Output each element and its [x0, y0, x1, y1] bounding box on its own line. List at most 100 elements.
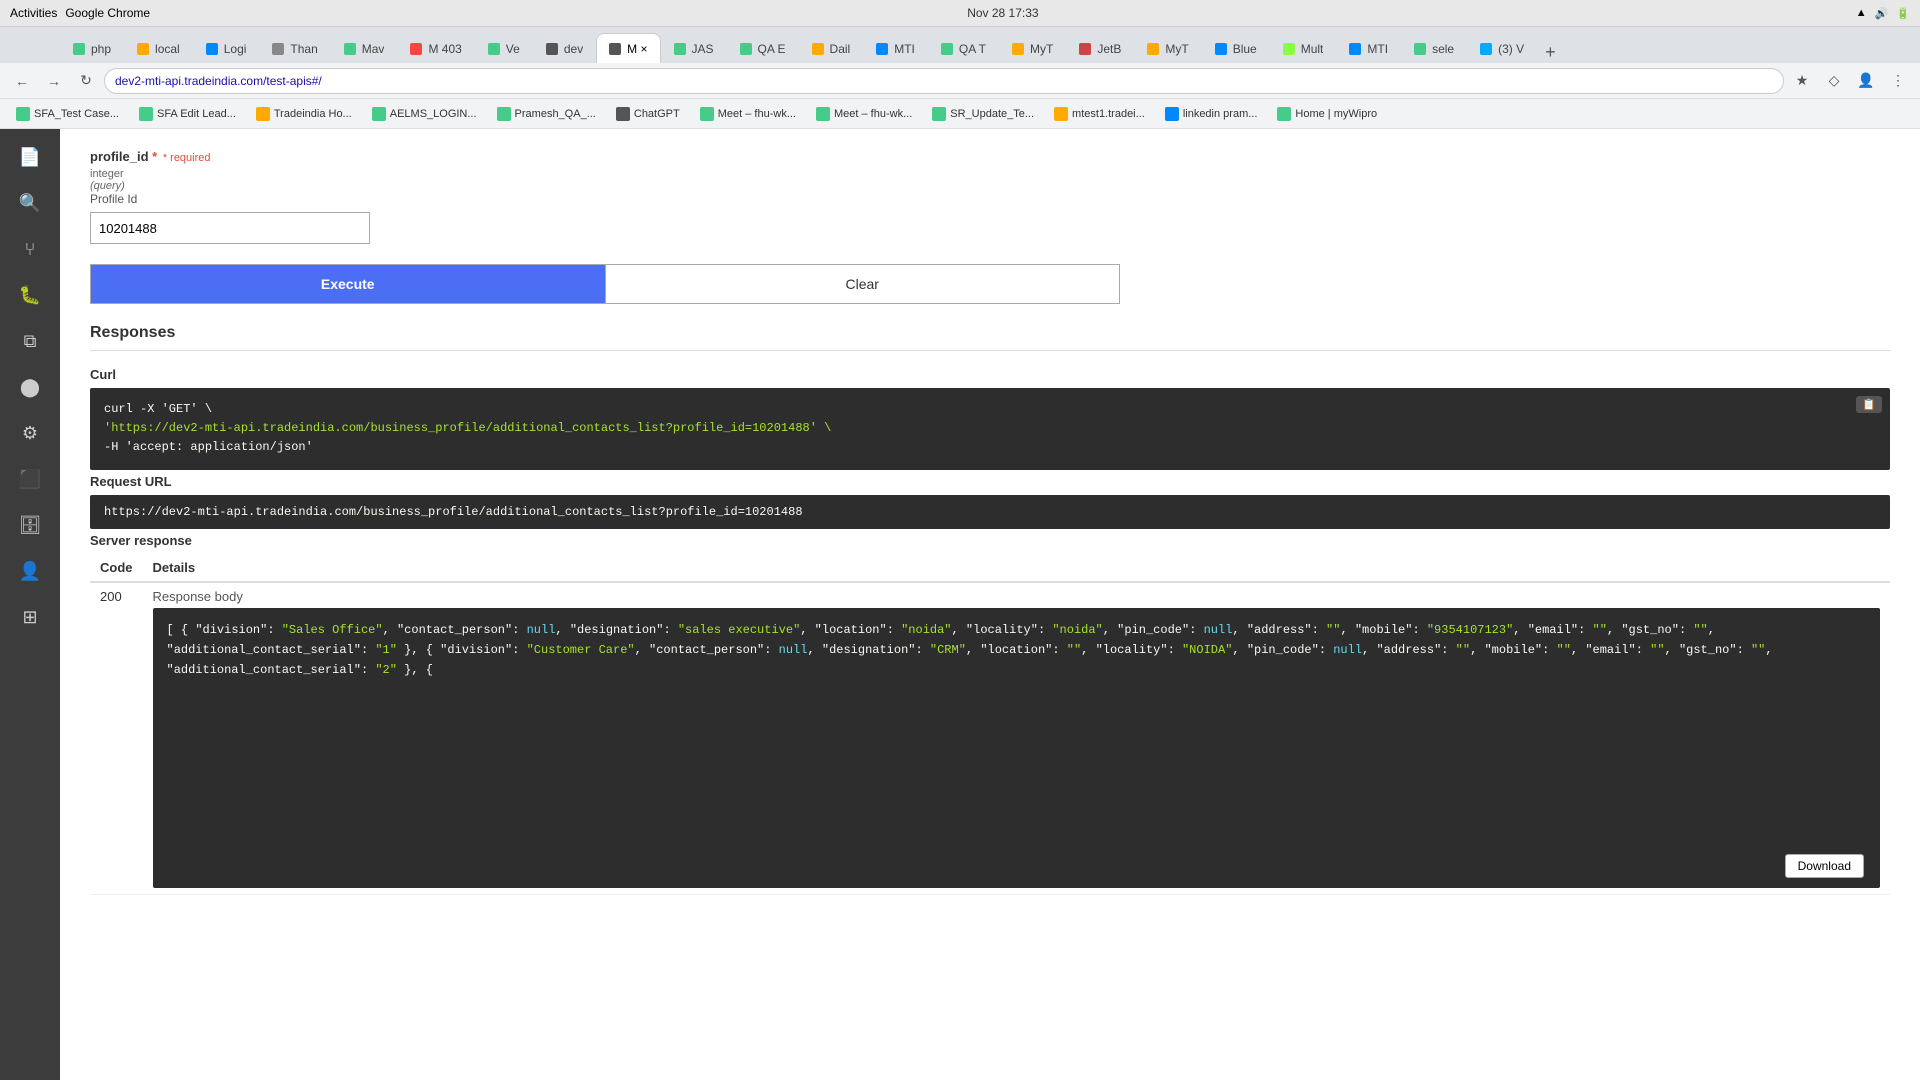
response-code: 200 [90, 582, 143, 895]
param-type: integer [90, 168, 1890, 180]
tab-tab21[interactable]: sele [1401, 33, 1467, 63]
bookmark-item[interactable]: SFA_Test Case... [8, 103, 127, 125]
bookmark-item[interactable]: SR_Update_Te... [924, 103, 1042, 125]
bookmark-item[interactable]: Home | myWipro [1269, 103, 1385, 125]
os-bar-left: Activities Google Chrome [10, 6, 150, 20]
terminal-icon[interactable]: ⬛ [10, 459, 50, 499]
bookmark-item[interactable]: SFA Edit Lead... [131, 103, 244, 125]
menu-button[interactable]: ⋮ [1884, 67, 1912, 95]
tab-tab14[interactable]: QA T [928, 33, 999, 63]
wifi-icon: ▲ [1856, 7, 1867, 19]
bookmark-button[interactable]: ★ [1788, 67, 1816, 95]
source-control-icon[interactable]: ⑂ [10, 229, 50, 269]
os-bar-right: ▲ 🔊 🔋 [1856, 7, 1910, 20]
tab-tab17[interactable]: MyT [1134, 33, 1201, 63]
response-body-label: Response body [153, 589, 1881, 604]
apps-icon[interactable]: ⊞ [10, 597, 50, 637]
tab-bar: phplocalLogiThanMavM 403VedevM ×JASQA ED… [0, 27, 1920, 63]
settings-icon[interactable]: ⚙ [10, 413, 50, 453]
details-header: Details [143, 554, 1891, 582]
tab-tab4[interactable]: Than [259, 33, 330, 63]
response-body-block[interactable]: [ { "division": "Sales Office", "contact… [153, 608, 1881, 888]
swagger-content: profile_id * * required integer (query) … [60, 129, 1920, 931]
tab-tab18[interactable]: Blue [1202, 33, 1270, 63]
bookmarks-bar: SFA_Test Case...SFA Edit Lead...Tradeind… [0, 99, 1920, 129]
tab-tab7[interactable]: Ve [475, 33, 533, 63]
bookmark-item[interactable]: Tradeindia Ho... [248, 103, 360, 125]
tab-tab10[interactable]: JAS [661, 33, 727, 63]
curl-line2: 'https://dev2-mti-api.tradeindia.com/bus… [104, 421, 831, 435]
app-layout: 📄 🔍 ⑂ 🐛 ⧉ ⬤ ⚙ ⬛ 🗄 👤 ⊞ profile_id * * required inte… [0, 129, 1920, 1080]
required-text: * required [163, 152, 211, 164]
tab-tab9[interactable]: M × [596, 33, 660, 63]
tab-tab20[interactable]: MTI [1336, 33, 1401, 63]
tab-tab8[interactable]: dev [533, 33, 596, 63]
tab-tab16[interactable]: JetB [1066, 33, 1134, 63]
nav-bar: ← → ↻ ★ ◇ 👤 ⋮ [0, 63, 1920, 99]
battery-icon: 🔋 [1896, 7, 1910, 20]
responses-section: Responses Curl curl -X 'GET' \ 'https://… [90, 324, 1890, 895]
files-icon[interactable]: 📄 [10, 137, 50, 177]
param-description: Profile Id [90, 192, 1890, 206]
curl-copy-button[interactable]: 📋 [1856, 396, 1882, 413]
tab-tab2[interactable]: local [124, 33, 193, 63]
extensions-button[interactable]: ◇ [1820, 67, 1848, 95]
forward-button[interactable]: → [40, 67, 68, 95]
tab-tab22[interactable]: (3) V [1467, 33, 1537, 63]
responses-title: Responses [90, 324, 1890, 351]
bookmark-item[interactable]: ChatGPT [608, 103, 688, 125]
tab-tab12[interactable]: Dail [799, 33, 864, 63]
bookmark-item[interactable]: Pramesh_QA_... [489, 103, 604, 125]
curl-line1: curl -X 'GET' \ [104, 402, 212, 416]
param-name-row: profile_id * * required [90, 149, 1890, 164]
bookmark-item[interactable]: Meet – fhu-wk... [692, 103, 804, 125]
user-icon[interactable]: 👤 [10, 551, 50, 591]
curl-block: curl -X 'GET' \ 'https://dev2-mti-api.tr… [90, 388, 1890, 470]
bookmark-item[interactable]: AELMS_LOGIN... [364, 103, 485, 125]
curl-label: Curl [90, 367, 1890, 382]
app-name: Google Chrome [65, 6, 150, 20]
volume-icon: 🔊 [1875, 7, 1889, 20]
param-query: (query) [90, 180, 1890, 192]
datetime: Nov 28 17:33 [967, 6, 1038, 20]
request-url-block: https://dev2-mti-api.tradeindia.com/busi… [90, 495, 1890, 529]
profile-id-input[interactable] [90, 212, 370, 244]
debug-icon[interactable]: 🐛 [10, 275, 50, 315]
request-url-label: Request URL [90, 474, 1890, 489]
tab-tab19[interactable]: Mult [1270, 33, 1337, 63]
chrome-icon[interactable]: ⬤ [10, 367, 50, 407]
tab-tab11[interactable]: QA E [727, 33, 799, 63]
tab-tab6[interactable]: M 403 [397, 33, 474, 63]
clear-button[interactable]: Clear [605, 265, 1120, 303]
bookmark-item[interactable]: linkedin pram... [1157, 103, 1266, 125]
tab-tab5[interactable]: Mav [331, 33, 398, 63]
bookmark-item[interactable]: mtest1.tradei... [1046, 103, 1153, 125]
nav-right: ★ ◇ 👤 ⋮ [1788, 67, 1912, 95]
response-row-200: 200 Response body [ { "division": "Sales… [90, 582, 1890, 895]
required-star: * [152, 149, 161, 164]
address-input[interactable] [104, 68, 1784, 94]
download-button[interactable]: Download [1785, 854, 1864, 878]
main-content: profile_id * * required integer (query) … [60, 129, 1920, 1080]
extensions-icon[interactable]: ⧉ [10, 321, 50, 361]
reload-button[interactable]: ↻ [72, 67, 100, 95]
response-body-container: [ { "division": "Sales Office", "contact… [153, 608, 1881, 888]
new-tab-button[interactable]: + [1537, 42, 1564, 63]
tab-tab13[interactable]: MTI [863, 33, 928, 63]
tab-tab15[interactable]: MyT [999, 33, 1066, 63]
back-button[interactable]: ← [8, 67, 36, 95]
database-icon[interactable]: 🗄 [10, 505, 50, 545]
tab-tab1[interactable]: php [60, 33, 124, 63]
tab-tab3[interactable]: Logi [193, 33, 260, 63]
action-buttons: Execute Clear [90, 264, 1120, 304]
profile-button[interactable]: 👤 [1852, 67, 1880, 95]
activities-label[interactable]: Activities [10, 6, 57, 20]
execute-button[interactable]: Execute [91, 265, 605, 303]
os-bar: Activities Google Chrome Nov 28 17:33 ▲ … [0, 0, 1920, 27]
response-table: Code Details 200 Response body [ { "divi… [90, 554, 1890, 895]
search-icon[interactable]: 🔍 [10, 183, 50, 223]
bookmark-item[interactable]: Meet – fhu-wk... [808, 103, 920, 125]
param-name-label: profile_id [90, 149, 149, 164]
sidebar: 📄 🔍 ⑂ 🐛 ⧉ ⬤ ⚙ ⬛ 🗄 👤 ⊞ [0, 129, 60, 1080]
browser-chrome: phplocalLogiThanMavM 403VedevM ×JASQA ED… [0, 27, 1920, 129]
